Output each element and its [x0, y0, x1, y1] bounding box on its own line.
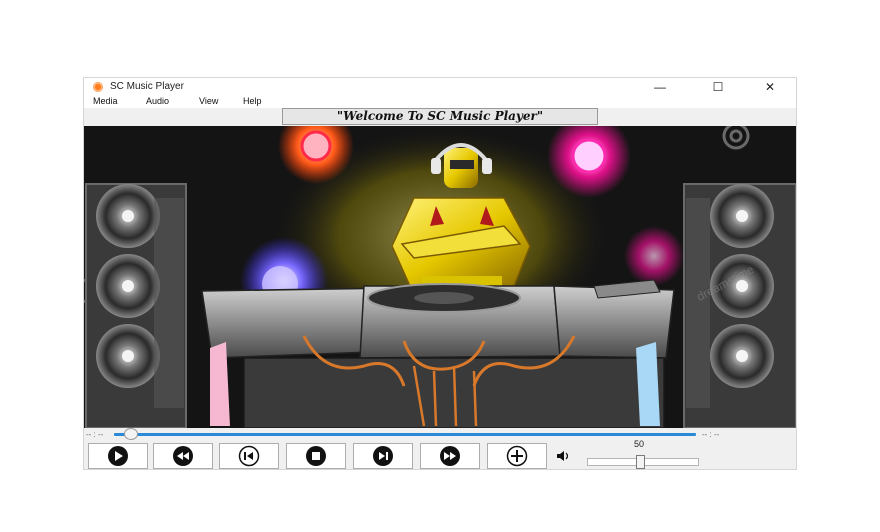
menu-view[interactable]: View — [199, 96, 218, 106]
menu-audio[interactable]: Audio — [146, 96, 169, 106]
elapsed-time: -- : -- — [86, 430, 104, 439]
window-title: SC Music Player — [110, 81, 184, 92]
minimize-button[interactable]: — — [640, 78, 680, 96]
app-icon — [93, 82, 103, 92]
menu-media[interactable]: Media — [93, 96, 118, 106]
controls-bar: 50 — [84, 439, 796, 469]
volume-thumb[interactable] — [636, 455, 645, 469]
rewind-icon — [173, 446, 193, 466]
rewind-button[interactable] — [153, 443, 213, 469]
play-button[interactable] — [88, 443, 148, 469]
seek-bar[interactable] — [114, 433, 696, 436]
next-button[interactable] — [353, 443, 413, 469]
menu-bar: Media Audio View Help — [84, 96, 796, 108]
next-icon — [373, 446, 393, 466]
welcome-banner: "Welcome To SC Music Player" — [282, 108, 598, 125]
title-bar: SC Music Player — ☐ ✕ — [84, 78, 796, 96]
maximize-button[interactable]: ☐ — [698, 78, 738, 96]
seek-thumb[interactable] — [124, 428, 138, 440]
volume-icon — [557, 451, 569, 461]
volume-value: 50 — [634, 439, 645, 449]
add-button[interactable] — [487, 443, 547, 469]
close-button[interactable]: ✕ — [750, 78, 790, 96]
previous-button[interactable] — [219, 443, 279, 469]
stop-button[interactable] — [286, 443, 346, 469]
fast-forward-icon — [440, 446, 460, 466]
previous-icon — [238, 445, 260, 467]
seek-row: -- : -- -- : -- — [84, 428, 796, 442]
player-window: SC Music Player — ☐ ✕ Media Audio View H… — [83, 77, 797, 470]
stop-icon — [306, 446, 326, 466]
add-icon — [506, 445, 528, 467]
play-icon — [108, 446, 128, 466]
remaining-time: -- : -- — [702, 430, 720, 439]
menu-help[interactable]: Help — [243, 96, 262, 106]
visualization-area: dreamstime — [84, 126, 796, 428]
dj-artwork — [84, 126, 796, 428]
fast-forward-button[interactable] — [420, 443, 480, 469]
